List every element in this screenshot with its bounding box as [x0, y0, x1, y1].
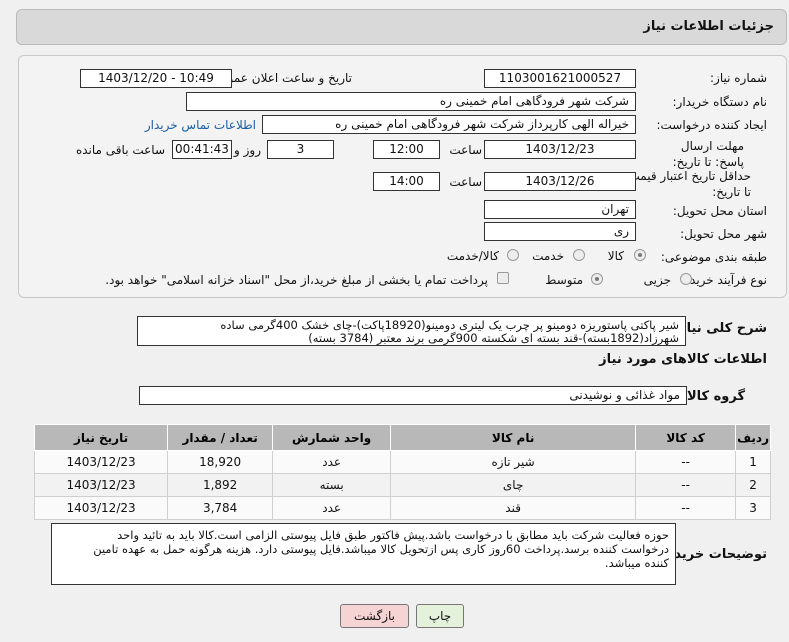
buyer-org-field: شرکت شهر فرودگاهی امام خمینی ره: [186, 92, 636, 111]
treasury-payment-note: پرداخت تمام یا بخشی از مبلغ خرید،از محل …: [105, 273, 488, 287]
remaining-time-label: ساعت باقی مانده: [75, 143, 165, 157]
need-number-label: شماره نیاز:: [710, 71, 767, 85]
category-goods-label: کالا: [607, 249, 624, 263]
purchase-minor-label: جزیی: [643, 273, 671, 287]
category-goods-radio[interactable]: [634, 249, 646, 261]
col-quantity: تعداد / مقدار: [167, 424, 274, 451]
purchase-medium-label: متوسط: [545, 273, 583, 287]
cell-item-name: شیر تازه: [390, 450, 637, 474]
print-button[interactable]: چاپ: [416, 604, 464, 628]
goods-section-title: اطلاعات کالاهای مورد نیاز: [599, 352, 767, 367]
remaining-time-field: 00:41:43: [172, 140, 232, 159]
page-title: جزئیات اطلاعات نیاز: [643, 19, 774, 34]
deadline-time-label: ساعت: [449, 143, 482, 157]
purchase-type-label: نوع فرآیند خرید :: [682, 273, 767, 287]
goods-group-field: مواد غذائی و نوشیدنی: [139, 386, 687, 405]
treasury-payment-checkbox[interactable]: [497, 272, 509, 284]
price-validity-label: حداقل تاریخ اعتبار قیمت: تا تاریخ:: [624, 169, 751, 199]
province-label: استان محل تحویل:: [672, 204, 767, 218]
deadline-date-field: 1403/12/23: [484, 140, 636, 159]
cell-unit: عدد: [272, 450, 392, 474]
validity-time-field: 14:00: [373, 172, 440, 191]
cell-item-code: --: [635, 473, 737, 497]
col-item-code: کد کالا: [635, 424, 737, 451]
category-label: طبقه بندی موضوعی:: [660, 250, 767, 264]
buyer-notes-line-3: کننده میباشد.: [604, 556, 669, 570]
purchase-minor-radio[interactable]: [680, 273, 692, 285]
cell-quantity: 1,892: [167, 473, 274, 497]
cell-need-date: 1403/12/23: [33, 450, 169, 474]
category-service-radio[interactable]: [573, 249, 585, 261]
buyer-org-label: نام دستگاه خریدار:: [672, 95, 768, 109]
cell-quantity: 3,784: [167, 496, 274, 520]
creator-label: ایجاد کننده درخواست:: [656, 118, 767, 132]
cell-row-number: 1: [735, 450, 771, 474]
goods-group-label: گروه کالا:: [681, 389, 745, 404]
buyer-notes-line-1: حوزه فعالیت شرکت باید مطابق با درخواست ب…: [117, 528, 669, 542]
cell-quantity: 18,920: [167, 450, 274, 474]
announce-date-field: 1403/12/20 - 10:49: [80, 69, 232, 88]
deadline-label: مهلت ارسال پاسخ: تا تاریخ:: [672, 139, 744, 169]
summary-label: شرح کلی نیاز:: [673, 321, 767, 336]
days-field: 3: [267, 140, 334, 159]
goods-table: ردیف کد کالا نام کالا واحد شمارش تعداد /…: [33, 424, 771, 520]
cell-unit: بسته: [272, 473, 392, 497]
cell-item-name: چای: [390, 473, 637, 497]
summary-text: شیر پاکتی پاستوریزه دومینو پر چرب یک لیت…: [137, 316, 686, 346]
table-row: 1 -- شیر تازه عدد 18,920 1403/12/23: [33, 450, 771, 474]
category-goods-service-radio[interactable]: [507, 249, 519, 261]
city-label: شهر محل تحویل:: [680, 227, 767, 241]
table-header-row: ردیف کد کالا نام کالا واحد شمارش تعداد /…: [33, 424, 771, 451]
buyer-notes-line-2: درخواست کننده برسد.پرداخت 60روز کاری پس …: [93, 542, 669, 556]
cell-need-date: 1403/12/23: [33, 473, 169, 497]
page-header: جزئیات اطلاعات نیاز: [16, 9, 787, 45]
summary-line-2: شهرزاد(1892بسته)-قند بسته ای شکسته 900گر…: [308, 331, 679, 345]
col-item-name: نام کالا: [390, 424, 637, 451]
cell-unit: عدد: [272, 496, 392, 520]
validity-time-label: ساعت: [449, 175, 482, 189]
cell-item-code: --: [635, 450, 737, 474]
col-row-number: ردیف: [735, 424, 771, 451]
category-service-label: خدمت: [532, 249, 564, 263]
col-need-date: تاریخ نیاز: [33, 424, 169, 451]
validity-date-field: 1403/12/26: [484, 172, 636, 191]
need-number-field: 1103001621000527: [484, 69, 636, 88]
province-field: تهران: [484, 200, 636, 219]
city-field: ری: [484, 222, 636, 241]
days-label: روز و: [234, 143, 261, 157]
cell-item-code: --: [635, 496, 737, 520]
purchase-medium-radio[interactable]: [591, 273, 603, 285]
cell-row-number: 3: [735, 496, 771, 520]
deadline-time-field: 12:00: [373, 140, 440, 159]
cell-row-number: 2: [735, 473, 771, 497]
creator-field: خیراله الهی کارپرداز شرکت شهر فرودگاهی ا…: [262, 115, 636, 134]
cell-need-date: 1403/12/23: [33, 496, 169, 520]
table-row: 3 -- قند عدد 3,784 1403/12/23: [33, 496, 771, 520]
cell-item-name: قند: [390, 496, 637, 520]
category-goods-service-label: کالا/خدمت: [446, 249, 499, 263]
buyer-contact-link[interactable]: اطلاعات تماس خریدار: [145, 118, 256, 132]
back-button[interactable]: بازگشت: [340, 604, 409, 628]
buyer-notes-text: حوزه فعالیت شرکت باید مطابق با درخواست ب…: [51, 523, 676, 585]
table-row: 2 -- چای بسته 1,892 1403/12/23: [33, 473, 771, 497]
col-unit: واحد شمارش: [272, 424, 392, 451]
